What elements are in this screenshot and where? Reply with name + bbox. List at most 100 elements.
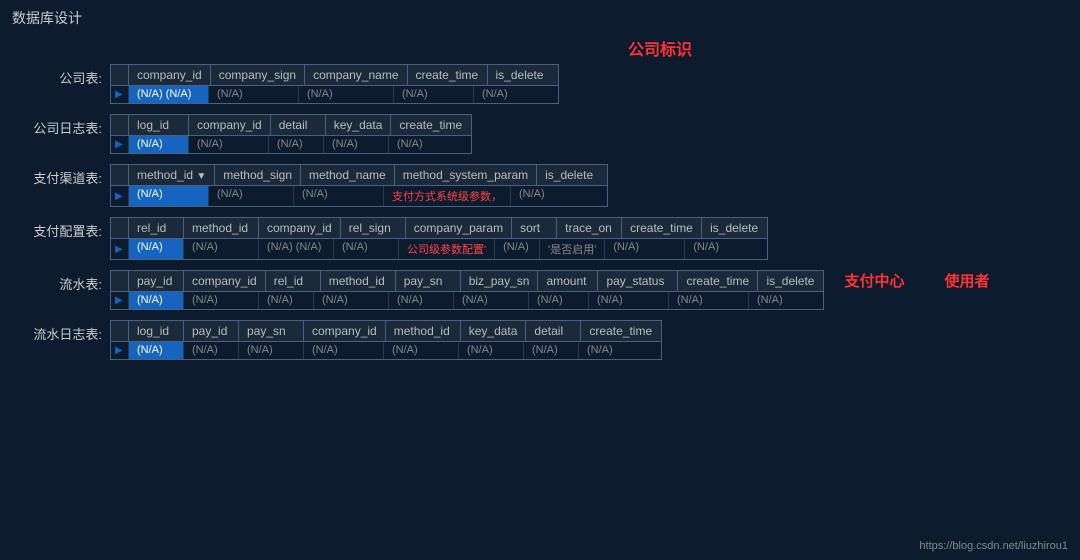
body-col: (N/A)	[669, 292, 749, 309]
header-col: is_delete	[488, 65, 558, 85]
header-col: rel_sign	[341, 218, 406, 238]
body-col: (N/A)	[304, 342, 384, 359]
table-arrow	[111, 115, 129, 135]
table-row-wrapper: 流水日志表:log_idpay_idpay_sncompany_idmethod…	[12, 320, 1068, 360]
body-col: (N/A)	[239, 342, 304, 359]
table-label: 支付渠道表:	[12, 164, 102, 187]
body-col: (N/A)	[389, 136, 469, 153]
body-col: (N/A)	[685, 239, 750, 259]
header-col: pay_sn	[396, 271, 461, 291]
table-body-arrow: ▶	[111, 239, 129, 259]
body-col: '是否启用'	[540, 239, 605, 259]
body-col: (N/A)	[129, 342, 184, 359]
db-table: rel_idmethod_idcompany_idrel_signcompany…	[110, 217, 768, 260]
db-table: method_id ▼method_signmethod_namemethod_…	[110, 164, 608, 207]
header-col: method_id	[321, 271, 396, 291]
table-body-arrow: ▶	[111, 86, 129, 103]
header-col: key_data	[461, 321, 527, 341]
header-col: create_time	[391, 115, 471, 135]
table-row-wrapper: 支付渠道表: method_id ▼method_signmethod_namem…	[12, 164, 1068, 207]
body-col: (N/A)	[299, 86, 394, 103]
header-col: key_data	[326, 115, 392, 135]
body-col: (N/A)	[129, 292, 184, 309]
body-col: (N/A)	[454, 292, 529, 309]
body-col: (N/A)	[259, 292, 314, 309]
header-col: is_delete	[758, 271, 823, 291]
header-col: pay_sn	[239, 321, 304, 341]
body-col: (N/A)	[129, 136, 189, 153]
header-col: is_delete	[702, 218, 767, 238]
header-col: rel_id	[129, 218, 184, 238]
header-col: method_sign	[215, 165, 301, 185]
header-col: create_time	[581, 321, 661, 341]
table-row-wrapper: 公司日志表:log_idcompany_iddetailkey_datacrea…	[12, 114, 1068, 154]
header-col: method_id	[184, 218, 259, 238]
table-label: 流水日志表:	[12, 320, 102, 343]
body-col: (N/A)	[334, 239, 399, 259]
table-arrow	[111, 218, 129, 238]
header-col: company_id	[259, 218, 341, 238]
body-col: (N/A)	[184, 239, 259, 259]
header-col: pay_id	[184, 321, 239, 341]
table-arrow	[111, 65, 129, 85]
table-body-arrow: ▶	[111, 342, 129, 359]
header-col: create_time	[678, 271, 758, 291]
table-row-wrapper: 流水表:pay_idcompany_idrel_idmethod_idpay_s…	[12, 270, 1068, 310]
header-col: company_param	[406, 218, 512, 238]
header-col: rel_id	[266, 271, 321, 291]
header-col: create_time	[622, 218, 702, 238]
header-col: trace_on	[557, 218, 622, 238]
footer-url: https://blog.csdn.net/liuzhirou1	[919, 540, 1068, 552]
header-col: amount	[538, 271, 598, 291]
header-col: is_delete	[537, 165, 607, 185]
table-row-wrapper: 支付配置表:rel_idmethod_idcompany_idrel_signc…	[12, 217, 1068, 260]
body-col: (N/A)	[184, 292, 259, 309]
header-col: detail	[526, 321, 581, 341]
header-col: company_id	[189, 115, 271, 135]
body-col: (N/A)	[129, 186, 209, 206]
header-col: biz_pay_sn	[461, 271, 539, 291]
body-col: (N/A)	[495, 239, 540, 259]
body-col: (N/A) (N/A)	[129, 86, 209, 103]
body-col: (N/A)	[129, 239, 184, 259]
db-table: pay_idcompany_idrel_idmethod_idpay_snbiz…	[110, 270, 824, 310]
header-col: company_sign	[211, 65, 305, 85]
db-table: company_idcompany_signcompany_namecreate…	[110, 64, 559, 104]
body-col: (N/A)	[269, 136, 324, 153]
table-arrow	[111, 165, 129, 185]
table-row-wrapper: 公司表: company_idcompany_signcompany_namecr…	[12, 64, 1068, 104]
table-arrow	[111, 271, 129, 291]
body-col: (N/A)	[314, 292, 389, 309]
body-col: (N/A)	[324, 136, 389, 153]
header-col: company_name	[305, 65, 407, 85]
body-col: (N/A)	[511, 186, 581, 206]
body-col: (N/A)	[524, 342, 579, 359]
body-col: (N/A) (N/A)	[259, 239, 334, 259]
db-table: log_idcompany_iddetailkey_datacreate_tim…	[110, 114, 472, 154]
body-col: (N/A)	[189, 136, 269, 153]
body-col: (N/A)	[529, 292, 589, 309]
header-col: company_id	[304, 321, 386, 341]
table-annotations: 支付中心使用者	[844, 270, 989, 291]
annotation-label: 支付中心	[844, 270, 904, 291]
header-col: method_id	[386, 321, 461, 341]
header-col: pay_status	[598, 271, 678, 291]
body-col: (N/A)	[209, 186, 294, 206]
header-col: sort	[512, 218, 557, 238]
body-col: (N/A)	[589, 292, 669, 309]
body-col: (N/A)	[749, 292, 814, 309]
table-label: 公司表:	[12, 64, 102, 87]
body-col: (N/A)	[294, 186, 384, 206]
header-col: log_id	[129, 115, 189, 135]
page-title: 数据库设计	[0, 0, 1080, 36]
body-col: (N/A)	[459, 342, 524, 359]
table-body-arrow: ▶	[111, 186, 129, 206]
body-col: (N/A)	[605, 239, 685, 259]
body-col: 公司级参数配置'	[399, 239, 495, 259]
body-col: (N/A)	[394, 86, 474, 103]
header-col: company_id	[129, 65, 211, 85]
body-col: (N/A)	[579, 342, 659, 359]
table-arrow	[111, 321, 129, 341]
table-label: 支付配置表:	[12, 217, 102, 240]
table-body-arrow: ▶	[111, 292, 129, 309]
